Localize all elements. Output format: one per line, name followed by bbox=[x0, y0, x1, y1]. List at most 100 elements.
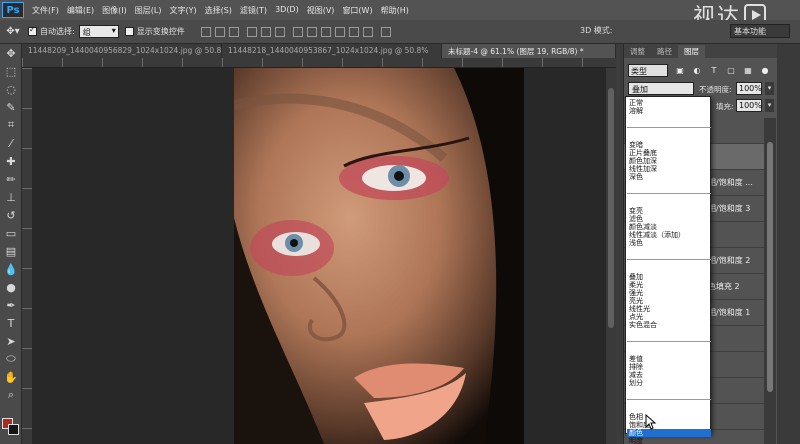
scrollbar-thumb[interactable] bbox=[767, 142, 773, 392]
blend-mode-option[interactable]: 颜色 bbox=[627, 429, 711, 437]
blend-mode-option[interactable]: 深色 bbox=[627, 173, 711, 181]
align-left-icon[interactable] bbox=[246, 26, 257, 37]
gradient-tool-icon[interactable]: ▤ bbox=[0, 242, 22, 260]
blend-mode-option[interactable]: 排除 bbox=[627, 363, 711, 371]
lasso-tool-icon[interactable]: ◌ bbox=[0, 80, 22, 98]
path-select-tool-icon[interactable]: ➤ bbox=[0, 332, 22, 350]
portrait-photo[interactable] bbox=[234, 68, 524, 444]
blend-mode-option[interactable]: 饱和度 bbox=[627, 421, 711, 429]
type-tool-icon[interactable]: T bbox=[0, 314, 22, 332]
clone-stamp-tool-icon[interactable]: ⊥ bbox=[0, 188, 22, 206]
blur-tool-icon[interactable]: 💧 bbox=[0, 260, 22, 278]
blend-mode-option[interactable]: 实色混合 bbox=[627, 321, 711, 329]
move-tool-icon[interactable]: ✥ bbox=[0, 44, 22, 62]
align-middle-icon[interactable] bbox=[214, 26, 225, 37]
tab-document-1[interactable]: 11448209_1440040956829_1024x1024.jpg @ 5… bbox=[22, 44, 222, 58]
move-tool-icon[interactable]: ✥▾ bbox=[4, 24, 22, 40]
blend-mode-option[interactable]: 线性减淡（添加） bbox=[627, 231, 711, 239]
blend-mode-dropdown[interactable]: 叠加 bbox=[628, 82, 694, 95]
blend-mode-option[interactable]: 颜色加深 bbox=[627, 157, 711, 165]
blend-mode-option[interactable]: 溶解 bbox=[627, 107, 711, 115]
adjustment-filter-icon[interactable]: ◐ bbox=[692, 66, 702, 76]
distribute-bottom-icon[interactable] bbox=[320, 26, 331, 37]
eyedropper-tool-icon[interactable]: ⁄ bbox=[0, 134, 22, 152]
transform-controls-checkbox[interactable] bbox=[124, 27, 134, 36]
auto-select-dropdown[interactable]: 组 bbox=[78, 25, 119, 38]
ellipse-tool-icon[interactable]: ⬭ bbox=[0, 350, 22, 368]
tab-layers[interactable]: 图层 bbox=[678, 45, 705, 58]
align-right-icon[interactable] bbox=[274, 26, 285, 37]
blend-mode-option[interactable]: 变亮 bbox=[627, 207, 711, 215]
history-brush-tool-icon[interactable]: ↺ bbox=[0, 206, 22, 224]
type-filter-icon[interactable]: T bbox=[709, 66, 719, 76]
fill-arrow-icon[interactable]: ▾ bbox=[765, 99, 774, 112]
menu-item[interactable]: 窗口(W) bbox=[338, 5, 376, 16]
blend-mode-option[interactable]: 浅色 bbox=[627, 239, 711, 247]
tab-document-2[interactable]: 11448218_1440040953867_1024x1024.jpg @ 5… bbox=[222, 44, 442, 58]
menu-item[interactable]: 文件(F) bbox=[28, 5, 63, 16]
eraser-tool-icon[interactable]: ▭ bbox=[0, 224, 22, 242]
menu-item[interactable]: 滤镜(T) bbox=[236, 5, 271, 16]
filter-toggle-icon[interactable]: ● bbox=[760, 66, 770, 76]
menu-item[interactable]: 选择(S) bbox=[201, 5, 236, 16]
hand-tool-icon[interactable]: ✋ bbox=[0, 368, 22, 386]
layers-scrollbar[interactable] bbox=[764, 118, 776, 444]
smart-object-filter-icon[interactable]: ▦ bbox=[743, 66, 753, 76]
blend-mode-option[interactable]: 色相 bbox=[627, 413, 711, 421]
menu-item[interactable]: 图像(I) bbox=[98, 5, 131, 16]
canvas-scrollbar[interactable] bbox=[606, 68, 616, 444]
menu-item[interactable]: 图层(L) bbox=[131, 5, 166, 16]
tab-adjustments[interactable]: 调整 bbox=[624, 45, 651, 58]
dodge-tool-icon[interactable]: ● bbox=[0, 278, 22, 296]
opacity-input[interactable]: 100% bbox=[736, 82, 762, 95]
blend-mode-option[interactable]: 线性加深 bbox=[627, 165, 711, 173]
menu-item[interactable]: 文字(Y) bbox=[165, 5, 200, 16]
distribute-center-icon[interactable] bbox=[348, 26, 359, 37]
crop-tool-icon[interactable]: ⌗ bbox=[0, 116, 22, 134]
workspace-dropdown[interactable]: 基本功能 bbox=[730, 24, 790, 38]
blend-mode-option[interactable]: 明度 bbox=[627, 437, 711, 444]
align-bottom-icon[interactable] bbox=[228, 26, 239, 37]
distribute-top-icon[interactable] bbox=[292, 26, 303, 37]
blend-mode-option[interactable]: 点光 bbox=[627, 313, 711, 321]
blend-mode-option[interactable]: 柔光 bbox=[627, 281, 711, 289]
distribute-right-icon[interactable] bbox=[362, 26, 373, 37]
blend-mode-option[interactable]: 滤色 bbox=[627, 215, 711, 223]
background-color-swatch[interactable] bbox=[8, 424, 19, 435]
tab-document-3[interactable]: 未标题-4 @ 61.1% (图层 19, RGB/8) * bbox=[442, 44, 616, 58]
shape-filter-icon[interactable]: ▢ bbox=[726, 66, 736, 76]
pen-tool-icon[interactable]: ✒ bbox=[0, 296, 22, 314]
zoom-tool-icon[interactable]: ⌕ bbox=[0, 386, 22, 404]
blend-mode-option[interactable]: 颜色减淡 bbox=[627, 223, 711, 231]
distribute-left-icon[interactable] bbox=[334, 26, 345, 37]
menu-item[interactable]: 编辑(E) bbox=[63, 5, 98, 16]
collapsed-panel-strip[interactable] bbox=[616, 44, 623, 444]
blend-mode-option[interactable]: 减去 bbox=[627, 371, 711, 379]
scrollbar-thumb[interactable] bbox=[608, 88, 614, 328]
blend-mode-option[interactable]: 强光 bbox=[627, 289, 711, 297]
brush-tool-icon[interactable]: ✏ bbox=[0, 170, 22, 188]
blend-mode-option[interactable]: 叠加 bbox=[627, 273, 711, 281]
menu-item[interactable]: 帮助(H) bbox=[377, 5, 413, 16]
align-top-icon[interactable] bbox=[200, 26, 211, 37]
blend-mode-option[interactable]: 正常 bbox=[627, 99, 711, 107]
quick-select-tool-icon[interactable]: ✎ bbox=[0, 98, 22, 116]
fill-input[interactable]: 100% bbox=[736, 99, 762, 112]
auto-select-checkbox[interactable] bbox=[28, 25, 37, 36]
layer-filter-dropdown[interactable]: 类型 bbox=[628, 64, 668, 77]
blend-mode-option[interactable]: 线性光 bbox=[627, 305, 711, 313]
menu-item[interactable]: 3D(D) bbox=[271, 5, 303, 16]
healing-brush-tool-icon[interactable]: ✚ bbox=[0, 152, 22, 170]
blend-mode-option[interactable]: 差值 bbox=[627, 355, 711, 363]
menu-item[interactable]: 视图(V) bbox=[303, 5, 339, 16]
align-center-icon[interactable] bbox=[260, 26, 271, 37]
canvas-area[interactable] bbox=[32, 68, 616, 444]
blend-mode-option[interactable]: 亮光 bbox=[627, 297, 711, 305]
distribute-middle-icon[interactable] bbox=[306, 26, 317, 37]
marquee-tool-icon[interactable]: ⬚ bbox=[0, 62, 22, 80]
blend-mode-option[interactable]: 划分 bbox=[627, 379, 711, 387]
blend-mode-option[interactable]: 正片叠底 bbox=[627, 149, 711, 157]
pixel-filter-icon[interactable]: ▣ bbox=[675, 66, 685, 76]
auto-align-icon[interactable] bbox=[380, 26, 391, 37]
opacity-arrow-icon[interactable]: ▾ bbox=[765, 82, 774, 95]
